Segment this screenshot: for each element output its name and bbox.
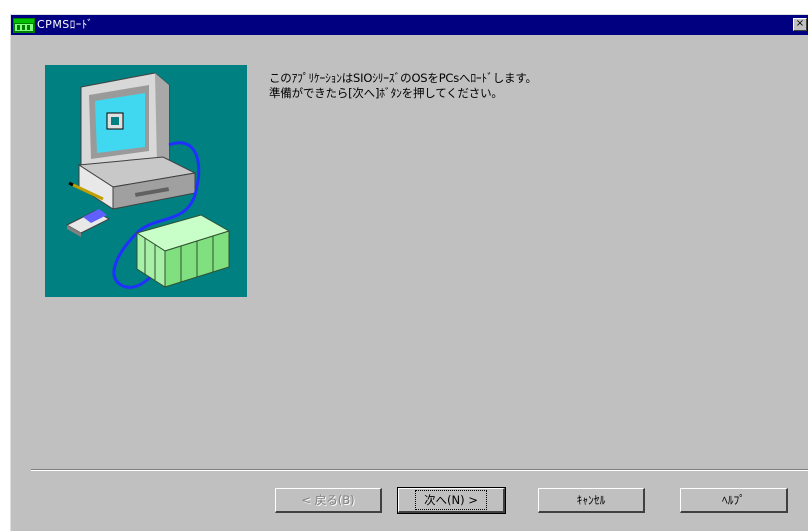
instruction-line-1: このｱﾌﾟﾘｹｰｼｮﾝはSIOｼﾘｰｽﾞのOSをPCsへﾛｰﾄﾞします。 xyxy=(269,71,537,85)
title-bar: CPMSﾛｰﾄﾞ × xyxy=(11,15,808,35)
help-button[interactable]: ﾍﾙﾌﾟ xyxy=(680,488,788,513)
next-button-label: 次へ(N) > xyxy=(415,490,487,510)
close-icon: × xyxy=(795,18,805,29)
instruction-text: このｱﾌﾟﾘｹｰｼｮﾝはSIOｼﾘｰｽﾞのOSをPCsへﾛｰﾄﾞします。 準備が… xyxy=(269,71,789,101)
dialog-window: CPMSﾛｰﾄﾞ × このｱﾌﾟﾘｹｰｼｮﾝはSIOｼﾘｰｽﾞのOSをPCsへﾛ… xyxy=(10,14,808,531)
back-button[interactable]: < 戻る(B) xyxy=(275,488,382,513)
window-title: CPMSﾛｰﾄﾞ xyxy=(37,18,94,31)
plc-app-icon xyxy=(13,18,35,33)
close-button[interactable]: × xyxy=(793,18,807,31)
instruction-line-2: 準備ができたら[次へ]ﾎﾞﾀﾝを押してください。 xyxy=(269,86,503,100)
cancel-button[interactable]: ｷｬﾝｾﾙ xyxy=(538,488,645,513)
computer-plc-illustration xyxy=(45,65,247,297)
next-button[interactable]: 次へ(N) > xyxy=(397,487,506,514)
button-separator xyxy=(31,469,808,471)
